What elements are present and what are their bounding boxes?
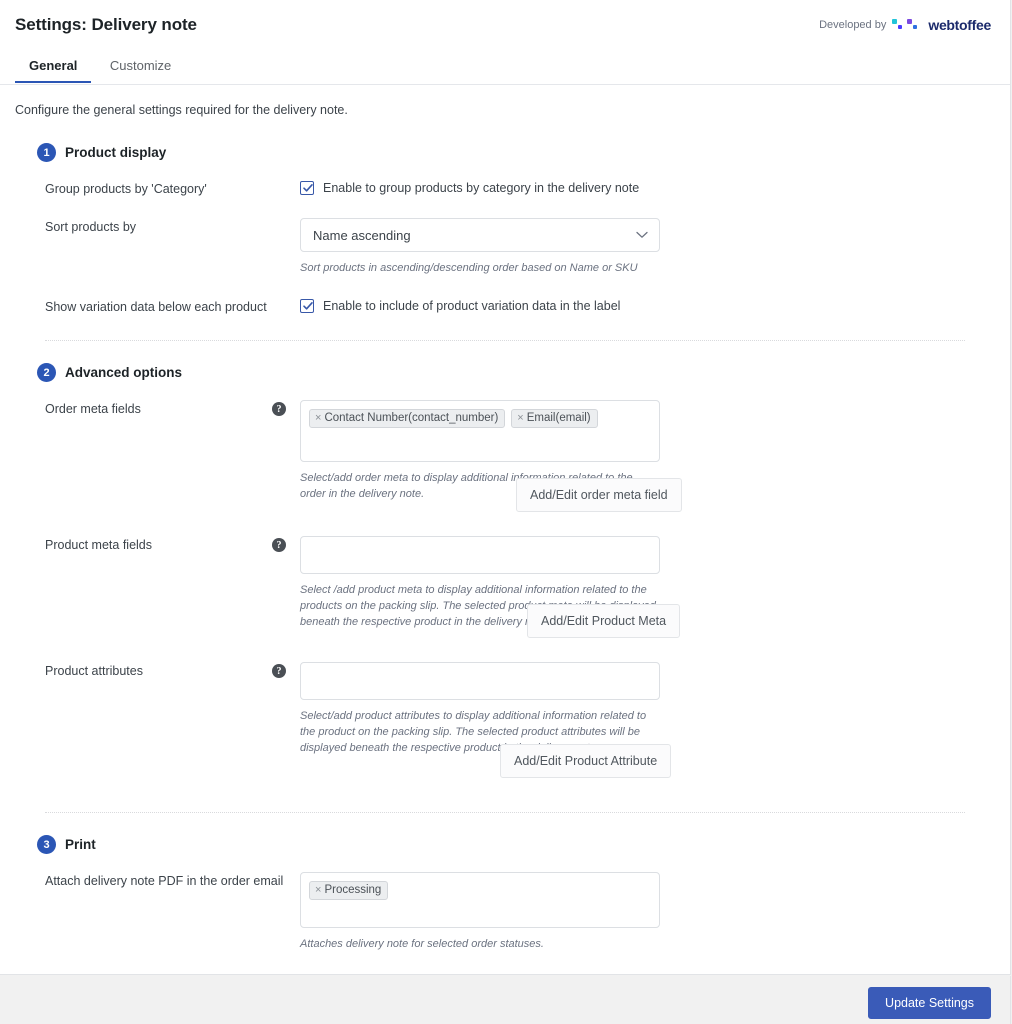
section-divider [45,340,965,341]
webtoffee-logo-icon [892,18,922,32]
row-label: Show variation data below each product [45,300,267,314]
add-edit-product-attribute-button[interactable]: Add/Edit Product Attribute [500,744,672,778]
token-label: Processing [324,884,382,896]
checkbox-label: Enable to group products by category in … [323,181,640,195]
row-label: Order meta fields [45,402,141,416]
page-header: Settings: Delivery note Developed by web… [0,0,1010,52]
chevron-down-icon [636,231,648,238]
sort-products-hint: Sort products in ascending/descending or… [300,262,638,274]
row-product-attributes: Product attributes ? Select/add product … [45,662,995,778]
row-group-products-by-category: Group products by 'Category' Enable to g… [45,180,995,196]
token-label: Email(email) [526,412,591,424]
page-footer: Update Settings [0,976,1011,1024]
section-product-display-header: 1 Product display [37,143,995,162]
section-divider [45,812,965,813]
product-attributes-input[interactable] [300,662,660,700]
help-icon[interactable]: ? [272,664,286,678]
section-title: Advanced options [65,365,183,380]
section-title: Print [65,837,96,852]
row-label: Attach delivery note PDF in the order em… [45,874,284,888]
help-icon[interactable]: ? [272,538,286,552]
section-number-badge: 1 [37,143,56,162]
page-title: Settings: Delivery note [15,15,197,34]
brand-name: webtoffee [928,17,991,33]
variation-data-checkbox[interactable] [300,299,314,313]
token[interactable]: × Processing [309,881,389,900]
row-label: Product attributes [45,664,143,678]
group-products-checkbox[interactable] [300,181,314,195]
section-number-badge: 2 [37,363,56,382]
section-title: Product display [65,145,167,160]
group-products-checkbox-row[interactable]: Enable to group products by category in … [300,180,995,196]
row-show-variation-data: Show variation data below each product E… [45,298,995,314]
token-label: Contact Number(contact_number) [324,412,499,424]
brand-credit: Developed by webtoffee [819,17,991,33]
intro-text: Configure the general settings required … [15,103,348,117]
update-settings-button[interactable]: Update Settings [868,987,991,1019]
variation-data-checkbox-row[interactable]: Enable to include of product variation d… [300,298,995,314]
section-advanced-options-header: 2 Advanced options [37,363,995,382]
attach-pdf-status-input[interactable]: × Processing [300,872,660,928]
add-edit-order-meta-button[interactable]: Add/Edit order meta field [516,478,682,512]
token[interactable]: × Contact Number(contact_number) [309,409,506,428]
row-sort-products-by: Sort products by Name ascending Sort pro… [45,218,995,276]
settings-card: Settings: Delivery note Developed by web… [0,0,1011,992]
token-remove-icon[interactable]: × [315,412,321,424]
token[interactable]: × Email(email) [511,409,598,428]
developed-by-label: Developed by [819,19,887,31]
section-number-badge: 3 [37,835,56,854]
row-product-meta-fields: Product meta fields ? Select /add produc… [45,536,995,638]
help-icon[interactable]: ? [272,402,286,416]
tab-customize[interactable]: Customize [96,52,185,82]
sort-products-select[interactable]: Name ascending [300,218,660,252]
sort-products-selected-value: Name ascending [313,227,411,243]
token-remove-icon[interactable]: × [517,412,523,424]
row-label: Group products by 'Category' [45,182,207,196]
section-print-header: 3 Print [37,835,995,854]
attach-pdf-hint: Attaches delivery note for selected orde… [300,938,544,950]
check-icon [303,184,313,192]
row-label: Product meta fields [45,538,152,552]
row-order-meta-fields: Order meta fields ? × Contact Number(con… [45,400,995,512]
tab-general[interactable]: General [15,52,92,83]
row-attach-delivery-note-pdf: Attach delivery note PDF in the order em… [45,872,995,952]
checkbox-label: Enable to include of product variation d… [323,299,621,313]
order-meta-fields-input[interactable]: × Contact Number(contact_number) × Email… [300,400,660,462]
product-meta-fields-input[interactable] [300,536,660,574]
tab-bar: General Customize [0,52,1010,85]
row-label: Sort products by [45,220,137,234]
token-remove-icon[interactable]: × [315,884,321,896]
check-icon [303,302,313,310]
add-edit-product-meta-button[interactable]: Add/Edit Product Meta [527,604,681,638]
settings-page: Settings: Delivery note Developed by web… [0,0,1012,1024]
